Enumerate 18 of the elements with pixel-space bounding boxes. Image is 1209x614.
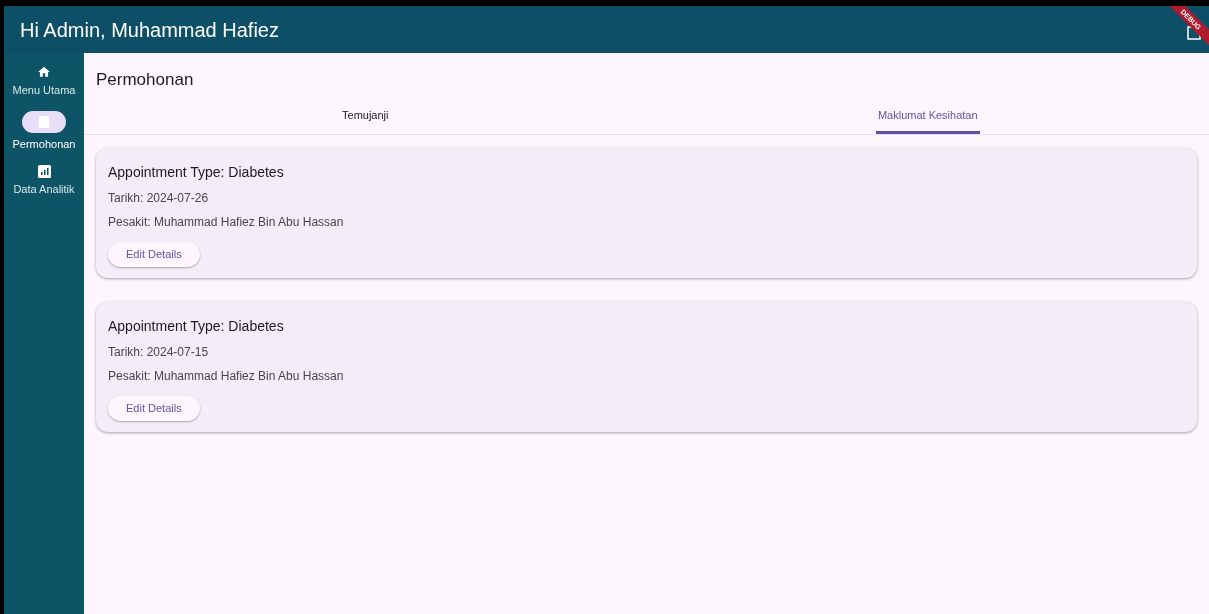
appointment-type: Appointment Type: Diabetes: [108, 163, 285, 182]
appointment-date: Tarikh: 2024-07-26: [108, 190, 210, 207]
home-icon: [37, 65, 51, 79]
document-icon: [38, 114, 50, 129]
nav-item[interactable]: Menu Utama: [12, 65, 76, 99]
patient-name: Pesakit: Muhammad Hafiez Bin Abu Hassan: [108, 214, 345, 231]
app-bar-title: Hi Admin, Muhammad Hafiez: [20, 17, 279, 43]
nav-item[interactable]: Data Analitik: [13, 164, 75, 198]
chart-icon: [37, 164, 51, 178]
appointment-date: Tarikh: 2024-07-15: [108, 344, 210, 361]
appointment-type: Appointment Type: Diabetes: [108, 317, 285, 336]
tab[interactable]: Maklumat Kesihatan: [875, 99, 980, 134]
tab[interactable]: Temujanji: [340, 99, 391, 134]
page-title: Permohonan: [95, 69, 195, 91]
patient-name: Pesakit: Muhammad Hafiez Bin Abu Hassan: [108, 368, 345, 385]
edit-details-button[interactable]: Edit Details: [108, 242, 200, 267]
edit-details-button[interactable]: Edit Details: [108, 396, 200, 421]
nav-item[interactable]: Permohonan: [12, 110, 76, 152]
